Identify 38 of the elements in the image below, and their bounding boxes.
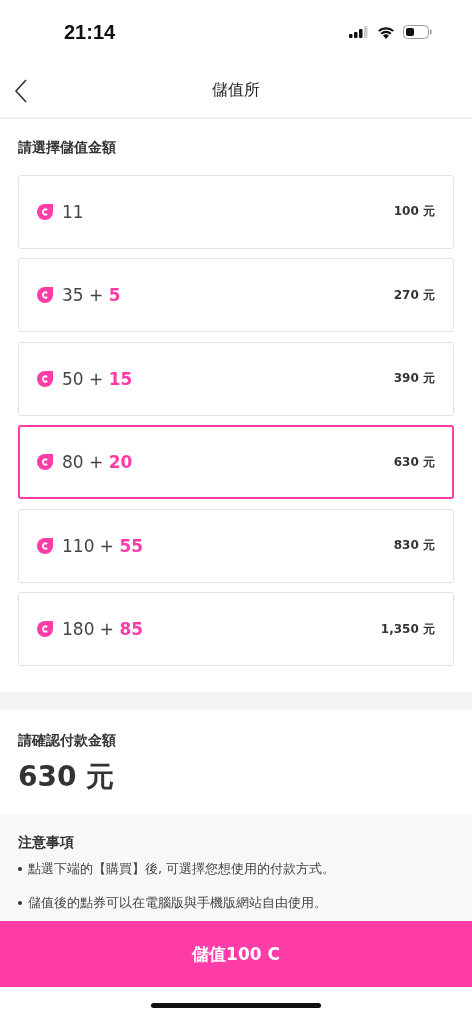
price: 390 元 bbox=[393, 370, 435, 387]
page-title: 儲值所 bbox=[212, 80, 260, 101]
section-title: 請確認付款金額 bbox=[18, 732, 117, 750]
price: 830 元 bbox=[393, 537, 435, 554]
amount-option[interactable]: 180 + 85 1,350 元 bbox=[18, 592, 454, 666]
status-time: 21:14 bbox=[64, 20, 116, 44]
coin-icon bbox=[37, 370, 53, 387]
coin-amount: 50 + 15 bbox=[62, 368, 133, 389]
bullet-icon bbox=[18, 867, 22, 871]
coin-icon bbox=[37, 287, 53, 303]
coin-amount: 11 bbox=[62, 201, 84, 222]
amount-option[interactable]: 110 + 55 830 元 bbox=[18, 508, 454, 583]
amount-option[interactable]: 80 + 20 630 元 bbox=[18, 425, 454, 499]
amount-option[interactable]: 35 + 5 270 元 bbox=[18, 258, 454, 332]
note-text: 儲值後的點券可以在電腦版與手機版網站自由使用。 bbox=[28, 894, 327, 912]
coin-amount: 35 + 5 bbox=[62, 285, 121, 305]
amount-option[interactable]: 11 100 元 bbox=[18, 174, 454, 249]
coin-icon bbox=[37, 203, 53, 220]
coin-icon bbox=[37, 537, 53, 554]
price: 100 元 bbox=[393, 203, 435, 220]
section-title: 請選擇儲值金額 bbox=[18, 139, 117, 157]
bullet-icon bbox=[18, 901, 22, 905]
coin-icon bbox=[37, 621, 53, 637]
coin-amount: 80 + 20 bbox=[62, 452, 133, 472]
note-text: 點選下端的【購買】後, 可選擇您想使用的付款方式。 bbox=[28, 860, 336, 878]
wifi-icon bbox=[377, 25, 395, 39]
back-button[interactable] bbox=[12, 78, 30, 104]
price: 270 元 bbox=[393, 286, 435, 304]
coin-amount: 180 + 85 bbox=[62, 619, 144, 639]
signal-icon bbox=[349, 26, 369, 38]
price: 630 元 bbox=[393, 453, 435, 471]
price: 1,350 元 bbox=[380, 620, 435, 638]
notes-title: 注意事項 bbox=[18, 834, 75, 852]
battery-icon bbox=[403, 25, 432, 39]
amount-option[interactable]: 50 + 15 390 元 bbox=[18, 341, 454, 416]
total-amount: 630 元 bbox=[18, 759, 116, 795]
coin-amount: 110 + 55 bbox=[62, 535, 144, 556]
coin-icon bbox=[37, 454, 53, 470]
